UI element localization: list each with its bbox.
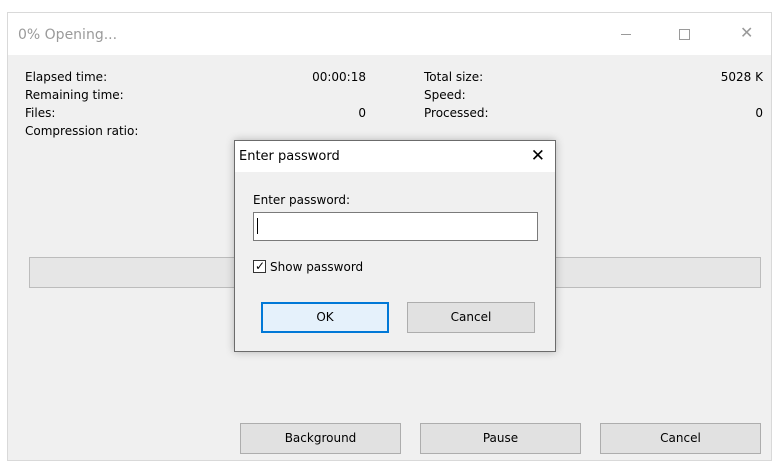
total-size-value: 5028 K <box>720 70 763 84</box>
cancel-button[interactable]: Cancel <box>600 423 761 454</box>
dialog-close-button[interactable]: ✕ <box>531 145 545 167</box>
dialog-title: Enter password <box>239 149 340 164</box>
maximize-button[interactable] <box>661 13 707 55</box>
window-titlebar[interactable]: 0% Opening... ✕ <box>8 13 771 55</box>
minimize-icon <box>621 34 631 35</box>
show-password-label[interactable]: Show password <box>270 260 363 274</box>
speed-label: Speed: <box>424 88 466 102</box>
show-password-checkbox[interactable]: ✓ <box>253 259 266 273</box>
password-input[interactable] <box>253 212 538 241</box>
dialog-titlebar[interactable]: Enter password ✕ <box>235 141 555 172</box>
total-size-label: Total size: <box>424 70 484 84</box>
files-value: 0 <box>358 106 366 120</box>
ok-button[interactable]: OK <box>261 302 389 333</box>
background-button[interactable]: Background <box>240 423 401 454</box>
checkmark-icon: ✓ <box>255 259 266 273</box>
processed-label: Processed: <box>424 106 489 120</box>
window-title: 0% Opening... <box>18 27 118 43</box>
compression-ratio-label: Compression ratio: <box>25 124 139 138</box>
close-icon: ✕ <box>740 23 754 42</box>
minimize-button[interactable] <box>603 13 649 55</box>
files-label: Files: <box>25 106 56 120</box>
text-caret <box>257 218 258 234</box>
dialog-cancel-button[interactable]: Cancel <box>407 302 535 333</box>
remaining-time-label: Remaining time: <box>25 88 124 102</box>
elapsed-time-label: Elapsed time: <box>25 70 108 84</box>
maximize-icon <box>679 29 690 40</box>
close-window-button[interactable]: ✕ <box>725 13 771 55</box>
password-dialog: Enter password ✕ Enter password: ✓ Show … <box>234 140 556 352</box>
pause-button[interactable]: Pause <box>420 423 581 454</box>
password-prompt-label: Enter password: <box>253 193 351 207</box>
processed-value: 0 <box>755 106 763 120</box>
elapsed-time-value: 00:00:18 <box>312 70 366 84</box>
